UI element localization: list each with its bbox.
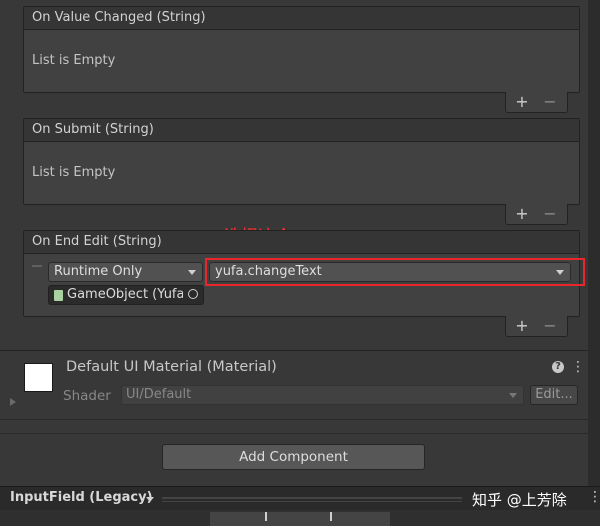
foldout-arrow-icon[interactable] bbox=[10, 398, 16, 406]
event-header: On End Edit (String) bbox=[24, 231, 579, 254]
separator bbox=[0, 419, 588, 420]
resize-handle[interactable] bbox=[162, 497, 462, 499]
material-preview bbox=[24, 363, 53, 392]
shader-value: UI/Default bbox=[126, 387, 192, 402]
dropdown-arrow-icon[interactable] bbox=[146, 497, 154, 502]
event-on-value-changed: On Value Changed (String) List is Empty bbox=[23, 6, 580, 93]
add-listener-button[interactable]: + bbox=[511, 316, 533, 336]
gameobject-icon bbox=[54, 290, 63, 301]
dropdown-arrow-icon bbox=[188, 270, 196, 275]
runtime-dropdown[interactable]: Runtime Only bbox=[48, 262, 203, 282]
event-header: On Submit (String) bbox=[24, 119, 579, 142]
edit-shader-button[interactable]: Edit... bbox=[530, 385, 578, 405]
add-component-label: Add Component bbox=[239, 449, 348, 465]
object-field[interactable]: GameObject (Yufa bbox=[48, 285, 204, 305]
resize-handle bbox=[162, 501, 462, 502]
list-controls: + − bbox=[505, 92, 568, 113]
inspector-scrollbar[interactable] bbox=[588, 0, 600, 486]
material-title: Default UI Material (Material) bbox=[66, 359, 277, 375]
object-picker-icon[interactable] bbox=[188, 289, 198, 299]
help-glyph: ? bbox=[555, 361, 561, 372]
remove-listener-button[interactable]: − bbox=[539, 204, 561, 224]
preview-mark bbox=[330, 512, 332, 521]
edit-label: Edit... bbox=[535, 387, 573, 402]
event-on-submit: On Submit (String) List is Empty bbox=[23, 118, 580, 205]
highlight-box bbox=[205, 258, 585, 286]
watermark: 知乎 @上芳除 bbox=[472, 491, 567, 509]
more-menu-icon[interactable]: ⋮ bbox=[588, 489, 600, 505]
empty-list-text: List is Empty bbox=[32, 53, 116, 68]
preview-area bbox=[210, 512, 390, 526]
list-controls: + − bbox=[505, 204, 568, 225]
listener-drag-handle[interactable] bbox=[32, 265, 42, 267]
list-controls: + − bbox=[505, 316, 568, 337]
preview-header: InputField (Legacy) 知乎 @上芳除 ⋮ bbox=[0, 486, 600, 510]
bottom-bar: InputField (Legacy) 知乎 @上芳除 ⋮ bbox=[0, 486, 600, 526]
add-component-button[interactable]: Add Component bbox=[162, 444, 425, 470]
more-menu-icon[interactable]: ⋮ bbox=[571, 359, 585, 375]
add-listener-button[interactable]: + bbox=[511, 92, 533, 112]
help-icon[interactable]: ? bbox=[552, 361, 564, 373]
separator bbox=[0, 433, 588, 434]
object-value: GameObject (Yufa bbox=[67, 287, 183, 302]
remove-listener-button[interactable]: − bbox=[539, 92, 561, 112]
dropdown-arrow-icon bbox=[509, 393, 517, 398]
remove-listener-button[interactable]: − bbox=[539, 316, 561, 336]
event-header: On Value Changed (String) bbox=[24, 7, 579, 30]
empty-list-text: List is Empty bbox=[32, 165, 116, 180]
shader-dropdown[interactable]: UI/Default bbox=[121, 385, 524, 405]
component-label: InputField (Legacy) bbox=[10, 490, 153, 505]
preview-mark bbox=[265, 512, 267, 521]
add-listener-button[interactable]: + bbox=[511, 204, 533, 224]
shader-label: Shader bbox=[63, 388, 111, 404]
separator bbox=[0, 350, 588, 351]
runtime-value: Runtime Only bbox=[54, 264, 143, 279]
